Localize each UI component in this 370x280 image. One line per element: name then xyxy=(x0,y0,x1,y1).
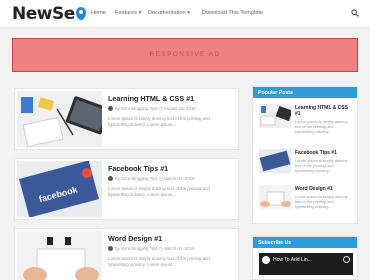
logo-text: NewSe xyxy=(12,4,75,24)
post-card[interactable]: Word Design #1 by Sora Blogging Tips ◷ M… xyxy=(14,228,239,280)
popular-post-thumbnail[interactable] xyxy=(259,149,291,173)
post-snippet: Lorem Ipsum is simply dummy text of the … xyxy=(108,186,210,198)
popular-post-thumbnail[interactable] xyxy=(259,185,291,209)
top-bar: NewSe Home Features ▾ Documentation ▾ Do… xyxy=(0,0,370,28)
popular-post-text: Lorem Ipsum is simply dummy text of the … xyxy=(295,158,348,174)
post-card[interactable]: facebook Facebook Tips #1 by Sora Bloggi… xyxy=(14,158,239,220)
popular-post-text: Lorem Ipsum is simply dummy text of the … xyxy=(295,119,348,135)
channel-logo-icon xyxy=(262,256,270,264)
popular-post-title[interactable]: Learning HTML & CSS #1 xyxy=(295,105,353,118)
popular-post-title[interactable]: Word Design #1 xyxy=(295,186,353,192)
widget-heading-text: Popular Posts xyxy=(258,90,293,96)
ad-label: RESPONSIVE AD xyxy=(149,51,221,58)
post-thumbnail[interactable]: facebook xyxy=(17,161,102,217)
nav-features[interactable]: Features ▾ xyxy=(115,10,141,16)
widget-heading-text: Subscribe Us xyxy=(258,240,292,246)
map-pin-icon xyxy=(75,7,86,20)
author-avatar xyxy=(108,246,113,251)
post-title[interactable]: Facebook Tips #1 xyxy=(108,164,168,173)
post-author[interactable]: by Sora Blogging Tips xyxy=(115,106,158,111)
post-date: March 01, 2016 xyxy=(164,176,195,181)
video-title[interactable]: How To Add Lin... xyxy=(273,257,312,263)
popular-post-text: Lorem Ipsum is simply dummy text of the … xyxy=(295,194,348,210)
widget-heading: Popular Posts xyxy=(253,87,357,98)
popular-posts-widget: Popular Posts Learning HTML & CSS #1 Lor… xyxy=(252,86,358,224)
post-author[interactable]: by Sora Blogging Tips xyxy=(115,246,158,251)
popular-post-title[interactable]: Facebook Tips #1 xyxy=(295,150,353,156)
nav-documentation[interactable]: Documentation ▾ xyxy=(148,10,190,16)
watch-later-icon[interactable] xyxy=(343,256,350,263)
post-meta: by Sora Blogging Tips ◷ August 25, 2016 xyxy=(108,106,196,112)
video-embed[interactable]: How To Add Lin... xyxy=(259,253,353,275)
post-author[interactable]: by Sora Blogging Tips xyxy=(115,176,158,181)
author-avatar xyxy=(108,176,113,181)
widget-heading: Subscribe Us xyxy=(253,237,357,248)
post-card[interactable]: Learning HTML & CSS #1 by Sora Blogging … xyxy=(14,88,239,150)
post-snippet: Lorem Ipsum is simply dummy text of the … xyxy=(108,116,210,128)
post-date: August 25, 2016 xyxy=(163,106,196,111)
nav-home[interactable]: Home xyxy=(91,10,106,16)
post-title[interactable]: Learning HTML & CSS #1 xyxy=(108,94,194,103)
post-meta: by Sora Blogging Tips ◷ March 01, 2016 xyxy=(108,176,195,182)
post-title[interactable]: Word Design #1 xyxy=(108,234,162,243)
responsive-ad[interactable]: RESPONSIVE AD xyxy=(12,38,358,72)
popular-post[interactable]: Facebook Tips #1 Lorem Ipsum is simply d… xyxy=(259,149,354,179)
post-date: March 01, 2016 xyxy=(164,246,195,251)
popular-post[interactable]: Learning HTML & CSS #1 Lorem Ipsum is si… xyxy=(259,104,354,134)
popular-post-thumbnail[interactable] xyxy=(259,104,291,128)
search-icon[interactable] xyxy=(351,9,359,17)
post-thumbnail[interactable] xyxy=(17,231,102,280)
subscribe-widget: Subscribe Us How To Add Lin... xyxy=(252,236,358,280)
post-thumbnail[interactable] xyxy=(17,91,102,147)
popular-post[interactable]: Word Design #1 Lorem Ipsum is simply dum… xyxy=(259,185,354,215)
author-avatar xyxy=(108,106,113,111)
post-snippet: Lorem Ipsum is simply dummy text of the … xyxy=(108,256,210,268)
nav-download[interactable]: Download This Template xyxy=(202,10,263,16)
site-logo[interactable]: NewSe xyxy=(12,4,86,24)
post-meta: by Sora Blogging Tips ◷ March 01, 2016 xyxy=(108,246,195,252)
